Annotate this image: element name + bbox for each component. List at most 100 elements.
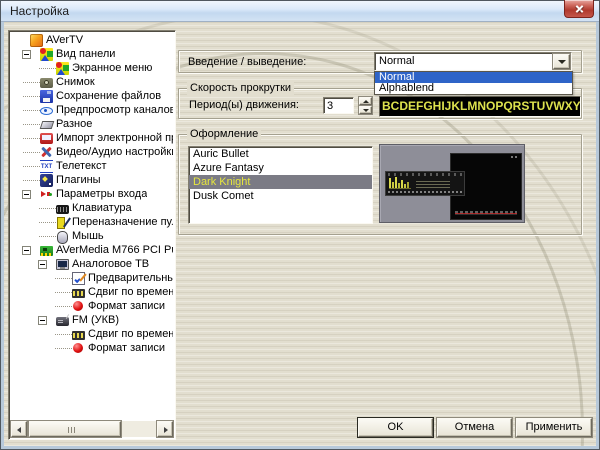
tree-item-label: Разное [56,118,93,130]
tree-indent [53,271,72,285]
skin-preview [379,144,525,223]
avertv-icon [30,33,43,47]
apply-button[interactable]: Применить [516,418,592,437]
eye-icon [40,104,53,117]
expander-minus-icon[interactable] [38,260,47,269]
tree-indent [37,201,56,215]
txt-icon [40,159,53,173]
pci-icon [40,245,53,256]
tree-item-label: Формат записи [88,300,166,312]
tree-item[interactable]: Сдвиг по времени [11,285,173,299]
preview-icon [72,271,85,285]
tree-item[interactable]: Сохранение файлов [11,89,173,103]
tree-indent [37,61,56,75]
tree-item[interactable]: FM (УКВ) [11,313,173,327]
tree-item-label: FM (УКВ) [72,314,119,326]
scroll-speed-group-title: Скорость прокрутки [187,82,295,95]
tree-item-label: AVerMedia M766 PCI Pure A [56,244,173,256]
scrollbar-thumb[interactable] [29,421,121,437]
tree-item[interactable]: Параметры входа [11,187,173,201]
tree-item[interactable]: AVerMedia M766 PCI Pure A [11,243,173,257]
appearance-group-title: Оформление [187,128,262,141]
tree-item[interactable]: Сдвиг по времени [11,327,173,341]
io-effect-combobox[interactable]: Normal [374,52,572,71]
cancel-button[interactable]: Отмена [437,418,512,437]
tree-item[interactable]: Предварительный [11,271,173,285]
tree-indent [21,75,40,89]
expander-minus-icon[interactable] [22,190,31,199]
remote-icon [56,216,69,229]
tree-item[interactable]: Экранное меню [11,61,173,75]
chevron-down-icon[interactable] [553,54,570,69]
scroll-right-arrow-icon[interactable] [157,421,173,437]
input-icon [40,188,53,201]
panel-icon [56,61,69,75]
appearance-group: Оформление Auric Bullet Azure Fantasy Dark… [178,128,582,235]
tree-item[interactable]: Формат записи [11,299,173,313]
titlebar[interactable]: Настройка [1,1,599,22]
tree-indent [21,243,40,257]
tree-item[interactable]: Переназначение пульт [11,215,173,229]
tree-item[interactable]: Вид панели [11,47,173,61]
tree-item-label: Параметры входа [56,188,148,200]
tree-indent [53,341,72,355]
tree-item[interactable]: Разное [11,117,173,131]
marquee-preview: BCDEFGHIJKLMNOPQRSTUVWXYZ [379,96,581,117]
timeshift-icon [72,288,85,298]
analogtv-icon [56,258,69,270]
expander-minus-icon[interactable] [38,316,47,325]
tree-indent [53,285,72,299]
preview-spectrum-bars [389,177,411,189]
expander-minus-icon[interactable] [22,246,31,255]
skin-option[interactable]: Dark Knight [189,175,372,189]
tree-indent [21,173,40,187]
expander-minus-icon[interactable] [22,50,31,59]
skin-option[interactable]: Azure Fantasy [189,161,372,175]
tree-item[interactable]: Мышь [11,229,173,244]
tree-item-label: Предпросмотр каналов [56,104,173,116]
tree-item[interactable]: Импорт электронной прог [11,131,173,145]
tree-horizontal-scrollbar[interactable] [11,421,173,437]
tree-item-label: Телетекст [56,160,107,172]
tree-item-label: Клавиатура [72,202,132,214]
skin-option[interactable]: Auric Bullet [189,147,372,161]
close-button[interactable] [564,0,594,18]
misc-icon [40,118,53,131]
panel-icon [40,47,53,61]
tree-item[interactable]: Снимок [11,75,173,89]
tree-indent [21,131,40,145]
tree-item[interactable]: Плагины [11,173,173,187]
spinner-down-icon[interactable] [359,106,372,114]
tree-item-label: Экранное меню [72,62,153,74]
tree-indent [21,145,40,159]
tree-item-label: Сохранение файлов [56,90,162,102]
floppy-icon [40,89,53,103]
tree-item[interactable]: Клавиатура [11,201,173,215]
tree-item[interactable]: Формат записи [11,341,173,355]
keyboard-icon [56,204,69,214]
tree-item[interactable]: Предпросмотр каналов [11,103,173,117]
spinner-up-icon[interactable] [359,97,372,105]
tree-item[interactable]: Телетекст [11,159,173,173]
tree: AVerTV Вид панели Экранное меню Снимок Сохра… [11,33,173,419]
tree-indent [53,299,72,313]
preview-info-text [416,180,450,188]
io-effect-label: Введение / выведение: [188,55,307,68]
fmradio-icon [56,316,69,326]
record-icon [72,342,85,355]
combobox-value: Normal [379,55,415,67]
scroll-left-arrow-icon[interactable] [11,421,27,437]
tree-item[interactable]: Видео/Аудио настройки [11,145,173,159]
tree-item[interactable]: AVerTV [11,33,173,47]
skin-option[interactable]: Dusk Comet [189,189,372,203]
tree-item-label: Формат записи [88,342,166,354]
ok-button[interactable]: OK [358,418,433,437]
period-input[interactable]: 3 [323,97,354,114]
tree-item-label: Импорт электронной прог [56,132,173,144]
tree-item-label: Мышь [72,230,104,242]
tree-item[interactable]: Аналоговое ТВ [11,257,173,271]
dropdown-option[interactable]: Alphablend [375,83,572,94]
close-icon [575,4,584,13]
tree-item-label: Плагины [56,174,101,186]
